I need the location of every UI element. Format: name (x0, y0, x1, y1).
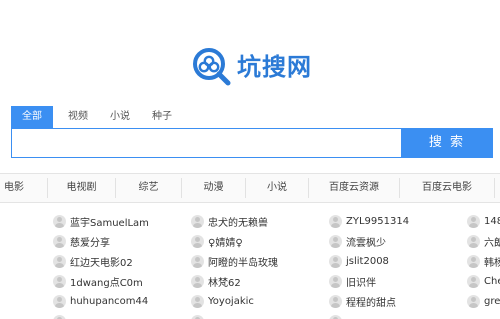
user-name: Yoyojakic (208, 295, 254, 307)
avatar (53, 214, 66, 228)
site-logo[interactable]: 坑搜网 (192, 46, 312, 88)
user-link[interactable]: 1dwang点C0m (53, 273, 143, 289)
user-link[interactable] (329, 313, 342, 319)
avatar (191, 294, 204, 308)
user-link[interactable]: huhupancom44 (53, 293, 148, 309)
user-link[interactable]: ZYL9951314 (329, 213, 409, 229)
user-name: 韩杨 (484, 257, 500, 269)
search-input[interactable] (12, 129, 401, 157)
search-button[interactable]: 搜 索 (401, 128, 493, 158)
avatar (329, 294, 342, 308)
user-name: 流雲枫少 (346, 237, 386, 249)
user-name: 慈爱分享 (70, 237, 110, 249)
user-link[interactable]: Che (467, 273, 500, 289)
avatar (467, 274, 480, 288)
user-link[interactable]: 旧识伴 (329, 273, 376, 289)
avatar (329, 274, 342, 288)
user-name: jslit2008 (346, 255, 389, 267)
tab-novel[interactable]: 小说 (99, 106, 141, 128)
user-link[interactable]: 蓝宇SamuelLam (53, 213, 149, 229)
user-name: 1dwang点C0m (70, 277, 143, 289)
avatar (53, 234, 66, 248)
avatar (467, 234, 480, 248)
category-movie[interactable]: 电影 (0, 174, 28, 202)
user-name: Che (484, 275, 500, 287)
site-name: 坑搜网 (237, 53, 312, 81)
user-name: 忠犬的无赖兽 (208, 217, 268, 229)
avatar (329, 254, 342, 268)
user-link[interactable] (191, 313, 204, 319)
category-variety[interactable]: 综艺 (116, 174, 181, 202)
user-name: 林梵62 (208, 277, 241, 289)
tab-all[interactable]: 全部 (11, 106, 53, 128)
user-name: 旧识伴 (346, 277, 376, 289)
user-link[interactable]: 流雲枫少 (329, 233, 386, 249)
user-link[interactable]: jslit2008 (329, 253, 389, 269)
category-novel[interactable]: 小说 (246, 174, 308, 202)
avatar (53, 274, 66, 288)
user-list-column: 148 六朗 韩杨 Che gre (467, 210, 500, 319)
avatar (191, 314, 204, 319)
user-name: ♀婧婧♀ (208, 237, 243, 249)
avatar (191, 234, 204, 248)
user-link[interactable]: 红边天电影02 (53, 253, 133, 269)
user-link[interactable]: 林梵62 (191, 273, 241, 289)
user-link[interactable]: ♀婧婧♀ (191, 233, 243, 249)
search-type-tabs: 全部 视频 小说 种子 (11, 106, 183, 128)
user-name: huhupancom44 (70, 295, 149, 307)
category-divider (494, 178, 495, 198)
user-name: 阿瞪的半岛玫瑰 (208, 257, 278, 269)
search-box (11, 128, 401, 158)
category-baidu-movies[interactable]: 百度云电影 (400, 174, 494, 202)
avatar (329, 314, 342, 319)
user-link[interactable]: 六朗 (467, 233, 500, 249)
tab-video[interactable]: 视频 (57, 106, 99, 128)
avatar (53, 254, 66, 268)
avatar (467, 254, 480, 268)
avatar (191, 254, 204, 268)
tab-torrent[interactable]: 种子 (141, 106, 183, 128)
user-name: 红边天电影02 (70, 257, 133, 269)
user-link[interactable]: Yoyojakic (191, 293, 254, 309)
avatar (191, 274, 204, 288)
avatar (191, 214, 204, 228)
search-magnifier-cloud-icon (193, 48, 231, 86)
user-link[interactable] (53, 313, 66, 319)
category-anime[interactable]: 动漫 (182, 174, 245, 202)
user-name: 程程的甜点 (346, 297, 396, 309)
user-link[interactable]: 韩杨 (467, 253, 500, 269)
user-link[interactable]: gre (467, 293, 500, 309)
category-nav: 电影 电视剧 综艺 动漫 小说 百度云资源 百度云电影 (0, 173, 500, 203)
user-name: ZYL9951314 (346, 215, 410, 227)
avatar (53, 314, 66, 319)
user-link[interactable]: 阿瞪的半岛玫瑰 (191, 253, 278, 269)
user-link[interactable]: 忠犬的无赖兽 (191, 213, 268, 229)
avatar (467, 294, 480, 308)
avatar (467, 214, 480, 228)
user-link[interactable]: 程程的甜点 (329, 293, 396, 309)
avatar (53, 294, 66, 308)
user-link[interactable]: 148 (467, 213, 500, 229)
user-name: gre (484, 295, 500, 307)
user-name: 六朗 (484, 237, 500, 249)
category-tv-series[interactable]: 电视剧 (48, 174, 115, 202)
avatar (329, 214, 342, 228)
user-name: 148 (484, 215, 500, 227)
avatar (329, 234, 342, 248)
user-link[interactable]: 慈爱分享 (53, 233, 110, 249)
category-baidu-resources[interactable]: 百度云资源 (309, 174, 399, 202)
user-name: 蓝宇SamuelLam (70, 217, 149, 229)
